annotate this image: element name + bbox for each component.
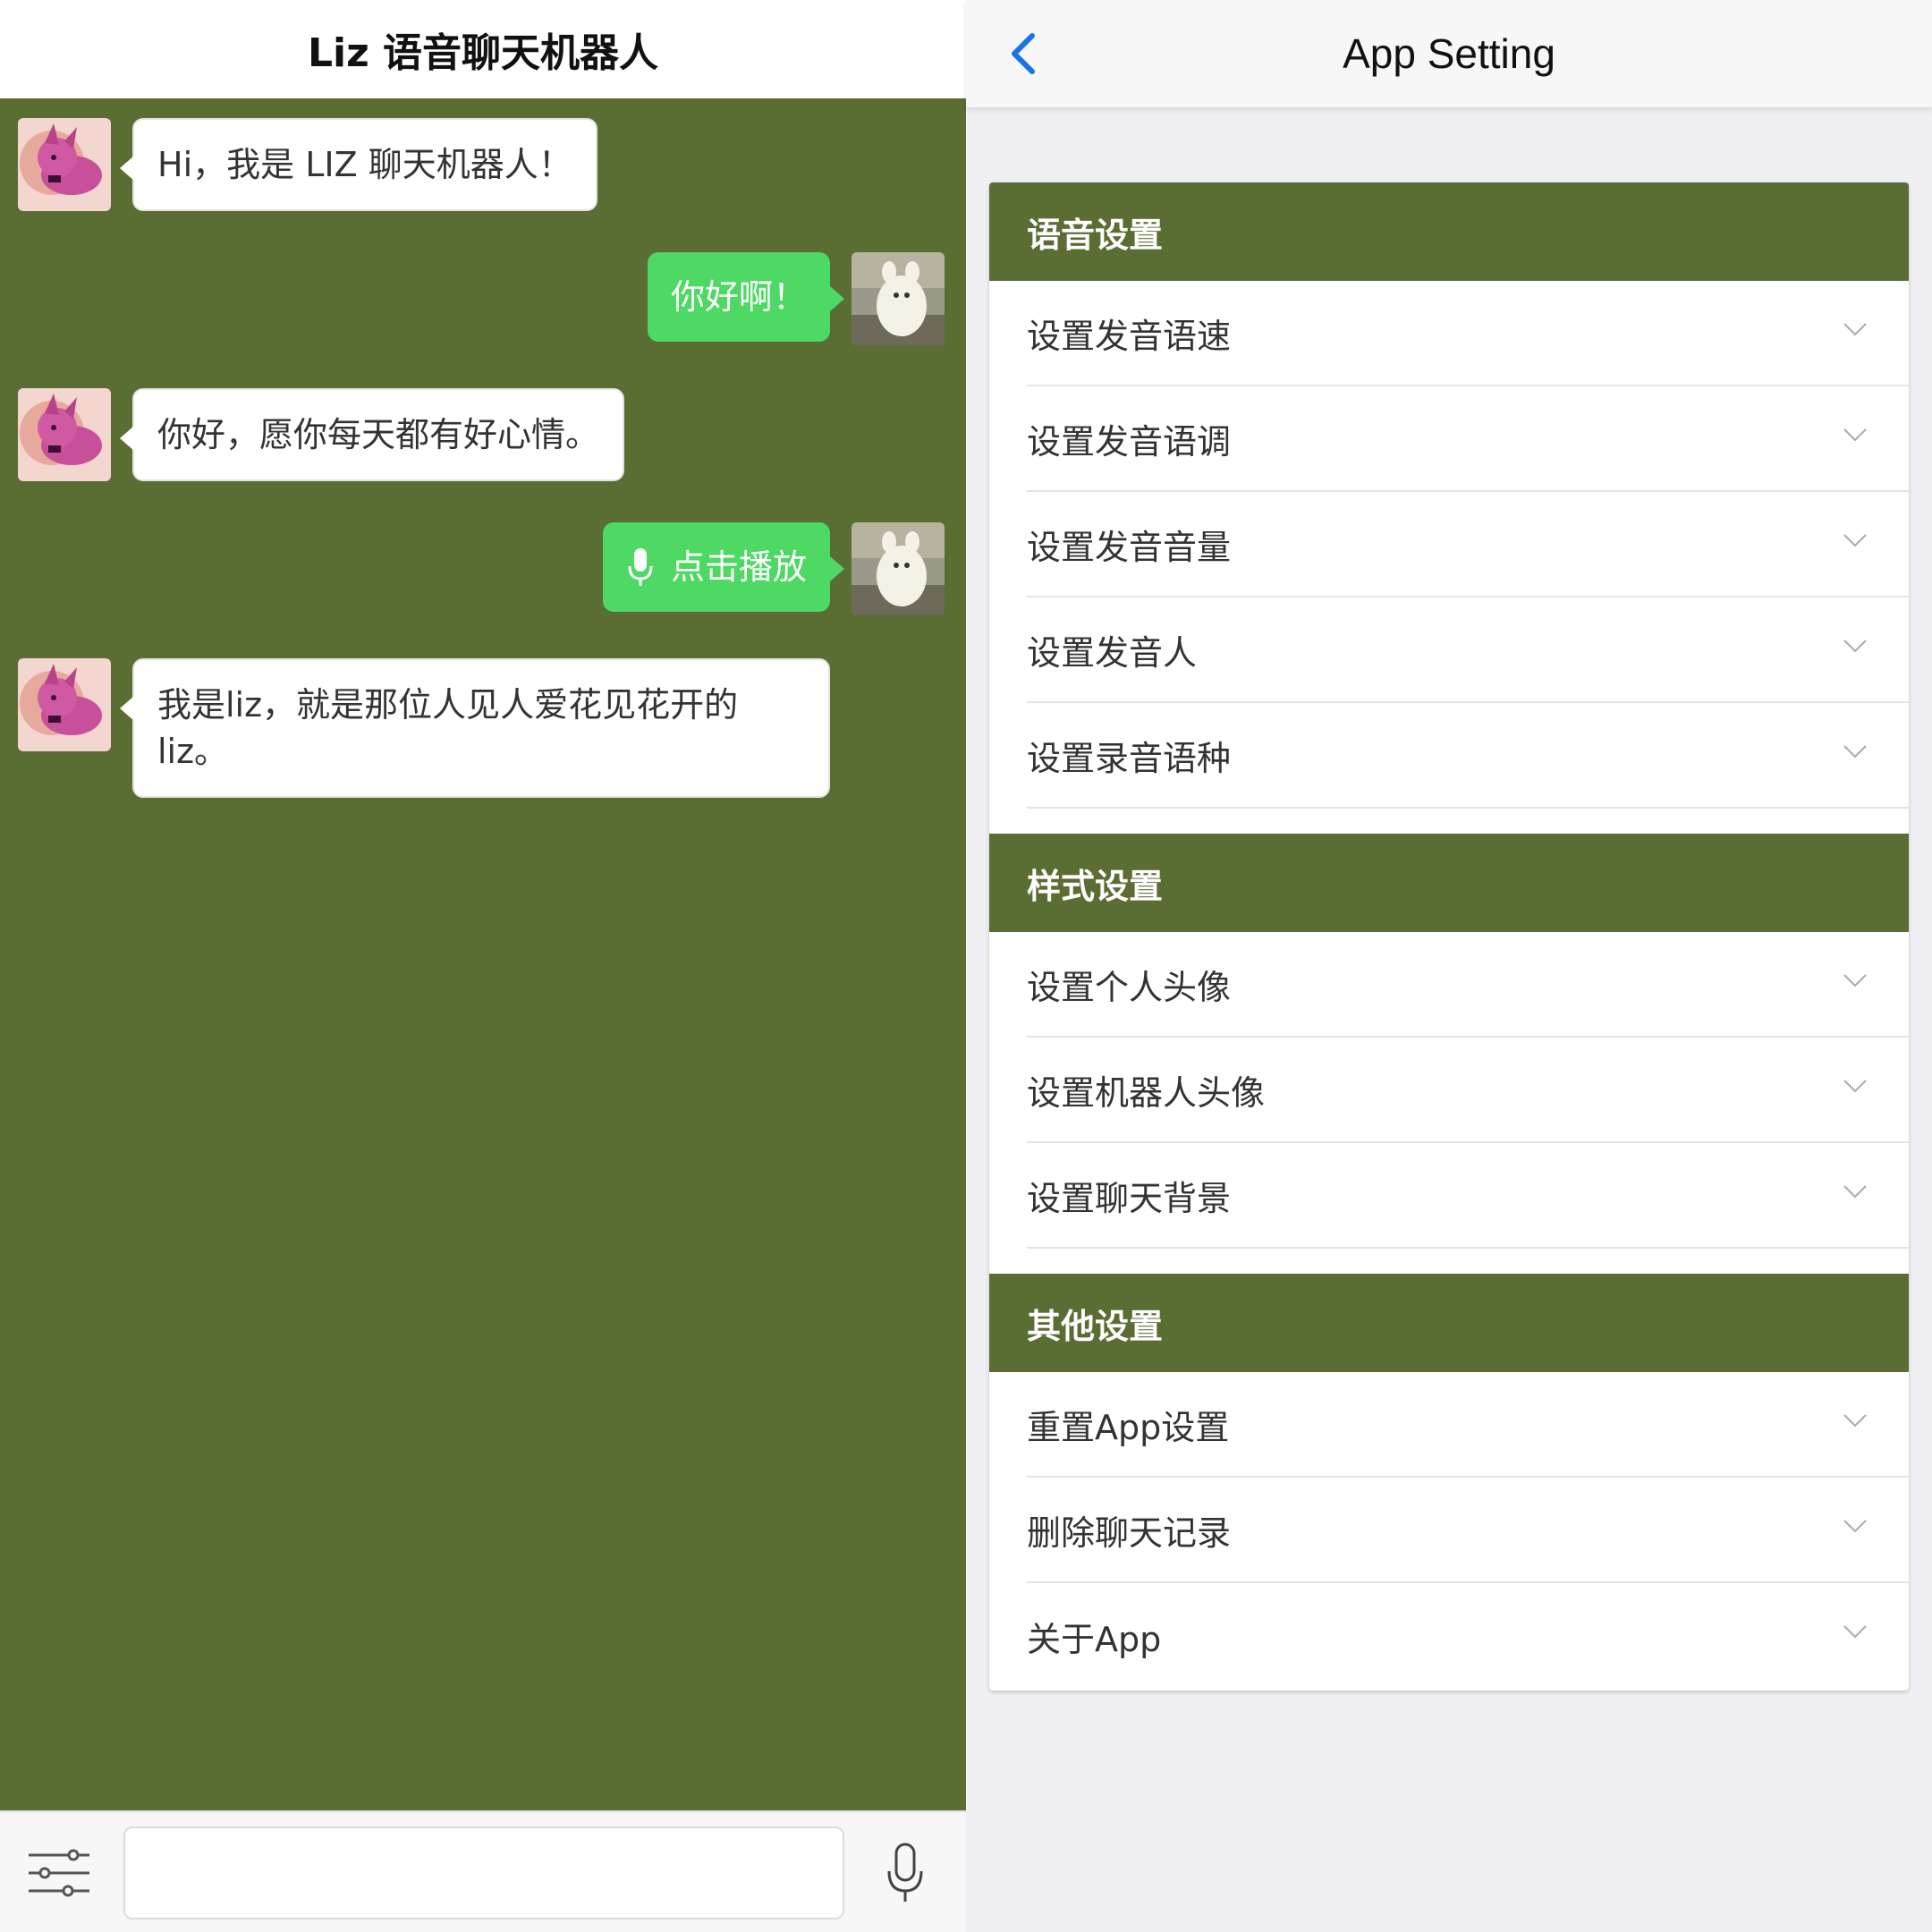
user-avatar — [852, 522, 945, 615]
settings-card: 语音设置 设置发音语速 设置发音语调 设置发音音量 设置发音人 设置录音语种 样… — [989, 182, 1909, 1690]
chevron-down-icon — [1843, 1520, 1867, 1533]
setting-label: 设置发音语速 — [1027, 316, 1232, 356]
voice-play-button[interactable]: 点击播放 — [602, 522, 845, 612]
message-text: 你好啊！ — [647, 252, 845, 342]
chat-header: Liz 语音聊天机器人 — [0, 0, 966, 98]
chat-title: Liz 语音聊天机器人 — [307, 30, 659, 76]
settings-header: App Setting — [966, 0, 1932, 107]
message-input[interactable] — [123, 1826, 844, 1919]
setting-pitch[interactable]: 设置发音语调 — [1027, 386, 1909, 492]
message-bot: Hi，我是 LIZ 聊天机器人！ — [18, 118, 597, 211]
chevron-down-icon — [1843, 1625, 1867, 1639]
setting-speech-rate[interactable]: 设置发音语速 — [1027, 281, 1909, 386]
message-text: Hi，我是 LIZ 聊天机器人！ — [120, 118, 597, 211]
message-text: 你好，愿你每天都有好心情。 — [119, 388, 625, 481]
settings-screen: App Setting 语音设置 设置发音语速 设置发音语调 设置发音音量 设置… — [966, 0, 1932, 1932]
section-voice-settings: 语音设置 — [989, 182, 1909, 281]
message-user: 你好啊！ — [647, 252, 945, 345]
setting-delete-history[interactable]: 删除聊天记录 — [1027, 1478, 1909, 1583]
user-avatar — [852, 252, 945, 345]
setting-label: 设置个人头像 — [1027, 967, 1232, 1007]
chevron-down-icon — [1843, 1185, 1867, 1199]
setting-reset-app[interactable]: 重置App设置 — [1027, 1372, 1909, 1478]
chevron-down-icon — [1843, 323, 1867, 336]
microphone-icon[interactable] — [884, 1841, 927, 1905]
voice-label: 点击播放 — [670, 547, 807, 587]
setting-label: 设置聊天背景 — [1027, 1178, 1232, 1218]
setting-label: 设置录音语种 — [1027, 738, 1232, 778]
chevron-down-icon — [1843, 1414, 1867, 1428]
chevron-down-icon — [1843, 534, 1867, 547]
setting-label: 设置发音语调 — [1027, 421, 1232, 462]
setting-label: 设置机器人头像 — [1027, 1072, 1266, 1113]
setting-label: 设置发音音量 — [1027, 527, 1232, 567]
chevron-down-icon — [1843, 745, 1867, 758]
chevron-down-icon — [1843, 428, 1867, 442]
chevron-down-icon — [1843, 1080, 1867, 1093]
setting-speaker[interactable]: 设置发音人 — [1027, 597, 1909, 703]
section-other-settings: 其他设置 — [989, 1274, 1909, 1372]
message-bot: 我是liz，就是那位人见人爱花见花开的liz。 — [18, 658, 830, 798]
chevron-left-icon[interactable] — [1005, 30, 1041, 77]
chevron-down-icon — [1843, 974, 1867, 987]
chat-screen: Liz 语音聊天机器人 Hi，我是 LIZ 聊天机器人！ 你好啊！ 你好，愿你每… — [0, 0, 966, 1932]
chevron-down-icon — [1843, 640, 1867, 653]
setting-label: 删除聊天记录 — [1027, 1513, 1232, 1553]
bot-avatar — [18, 658, 111, 751]
microphone-icon — [628, 548, 653, 586]
section-style-settings: 样式设置 — [989, 834, 1909, 932]
setting-volume[interactable]: 设置发音音量 — [1027, 492, 1909, 597]
message-user-voice: 点击播放 — [602, 522, 945, 615]
bot-avatar — [18, 388, 111, 481]
message-bot: 你好，愿你每天都有好心情。 — [18, 388, 625, 481]
setting-about-app[interactable]: 关于App — [1027, 1583, 1909, 1689]
setting-chat-background[interactable]: 设置聊天背景 — [1027, 1143, 1909, 1249]
message-text: 我是liz，就是那位人见人爱花见花开的liz。 — [120, 658, 830, 798]
setting-label: 关于App — [1027, 1619, 1162, 1659]
setting-label: 设置发音人 — [1027, 632, 1198, 673]
sliders-icon[interactable] — [25, 1846, 93, 1900]
setting-user-avatar[interactable]: 设置个人头像 — [1027, 932, 1909, 1038]
bot-avatar — [18, 118, 111, 211]
setting-record-language[interactable]: 设置录音语种 — [1027, 703, 1909, 809]
setting-bot-avatar[interactable]: 设置机器人头像 — [1027, 1038, 1909, 1143]
chat-input-bar — [0, 1810, 966, 1932]
setting-label: 重置App设置 — [1027, 1407, 1230, 1447]
settings-title: App Setting — [1343, 30, 1555, 77]
